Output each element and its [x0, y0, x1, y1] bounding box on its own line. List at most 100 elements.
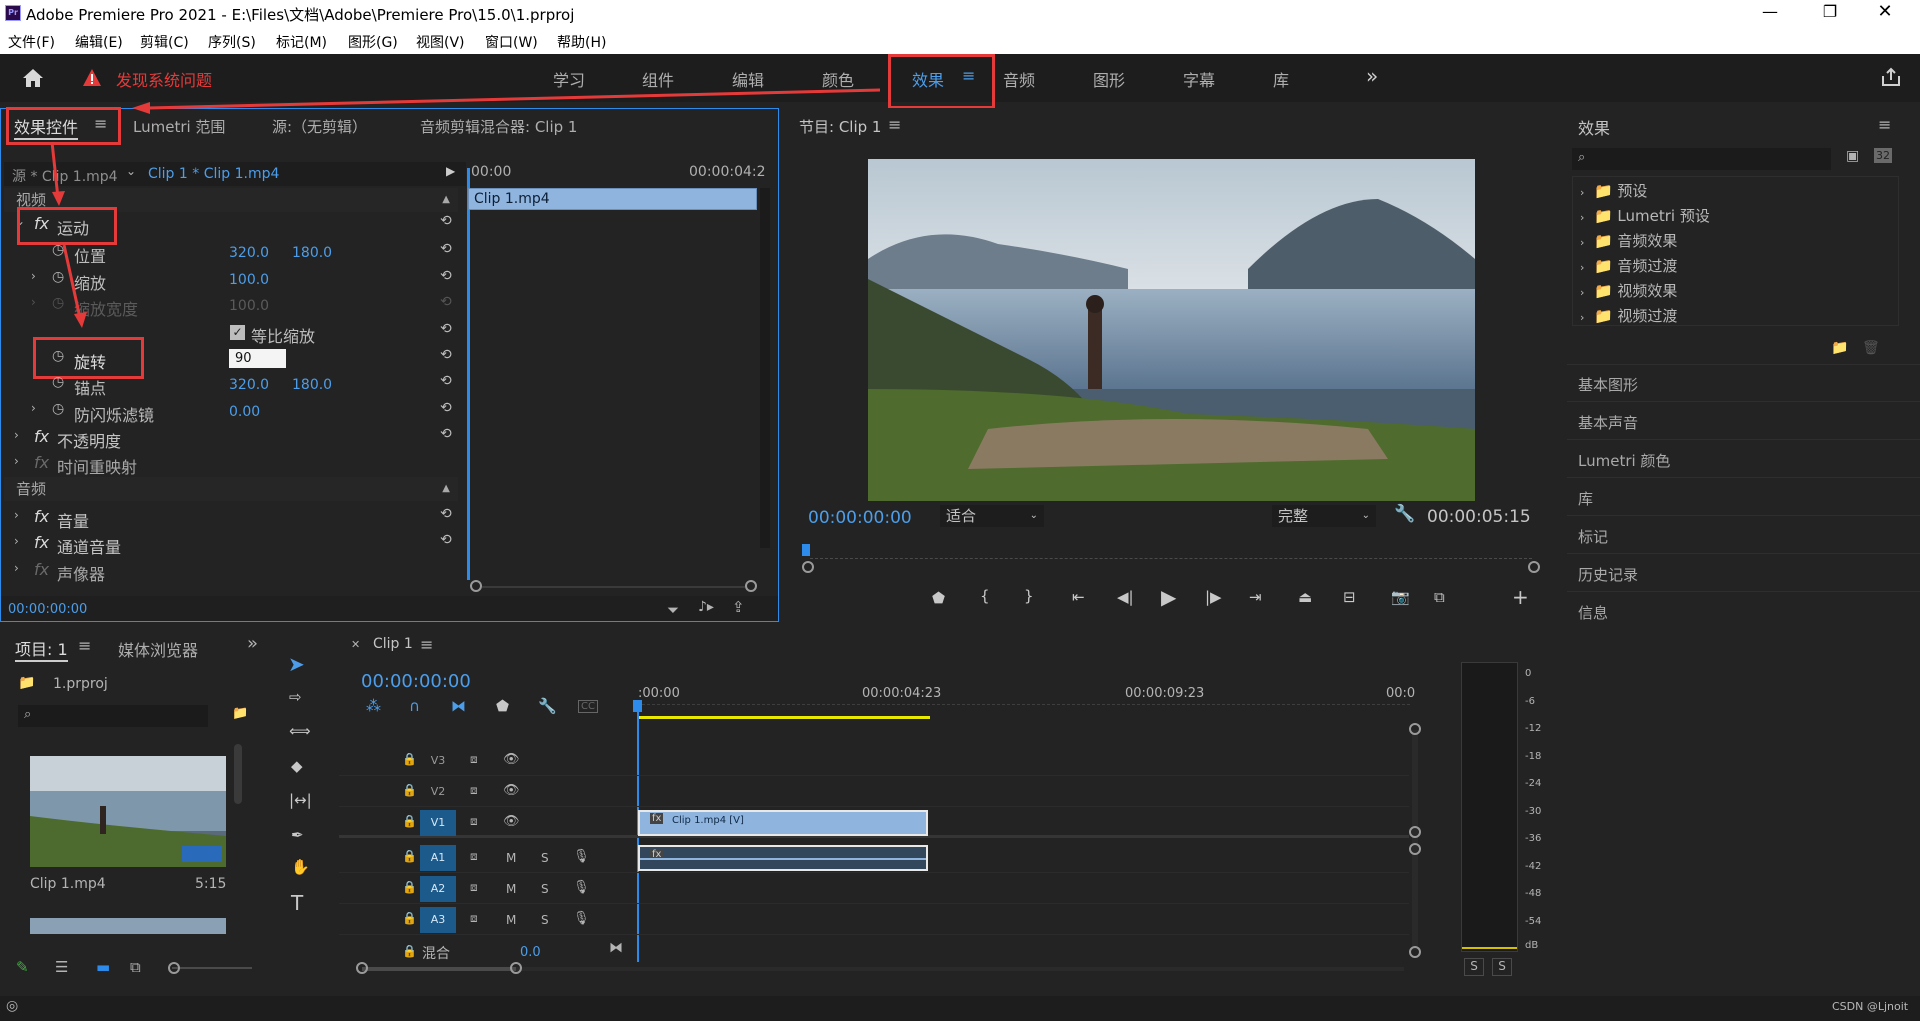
- track-a1-label[interactable]: A1: [420, 845, 456, 871]
- lock-icon[interactable]: 🔒: [402, 944, 417, 958]
- sync-lock-icon[interactable]: ⧈: [470, 849, 478, 864]
- tab-captions[interactable]: 字幕: [1183, 67, 1215, 91]
- timeline-vscroll[interactable]: [1412, 730, 1418, 950]
- tab-project[interactable]: 项目: 1: [15, 636, 68, 662]
- panel-history[interactable]: 历史记录: [1578, 564, 1638, 585]
- lock-icon[interactable]: 🔒: [402, 880, 417, 894]
- work-area-bar[interactable]: [637, 716, 930, 719]
- add-button-icon[interactable]: +: [1512, 585, 1529, 609]
- camera-icon[interactable]: 📷: [1391, 588, 1410, 606]
- type-tool-icon[interactable]: T: [291, 891, 303, 915]
- slip-tool-icon[interactable]: |↔|: [289, 791, 312, 809]
- track-v3-label[interactable]: V3: [420, 748, 456, 774]
- eye-icon[interactable]: 👁: [503, 814, 520, 829]
- track-select-tool-icon[interactable]: ⇨: [289, 688, 302, 706]
- reset-icon[interactable]: ⟲: [440, 400, 452, 416]
- lock-icon[interactable]: 🔒: [402, 783, 417, 797]
- project-scrollbar[interactable]: [234, 744, 242, 804]
- effects-folder-presets[interactable]: › 📁 预设: [1580, 180, 1647, 201]
- zoom-slider-left-handle[interactable]: [470, 580, 482, 592]
- effects-panel-title[interactable]: 效果: [1578, 115, 1610, 139]
- reset-icon[interactable]: ⟲: [440, 373, 452, 389]
- effects-folder-video-transitions[interactable]: › 📁 视频过渡: [1580, 305, 1677, 326]
- timeline-timecode[interactable]: 00:00:00:00: [361, 671, 471, 692]
- timeline-tab[interactable]: Clip 1: [373, 636, 413, 652]
- scroll-handle[interactable]: [1409, 946, 1421, 958]
- track-v2-label[interactable]: V2: [420, 779, 456, 805]
- expand-arrow-icon[interactable]: ›: [14, 454, 19, 468]
- second-clip-thumbnail[interactable]: [30, 918, 226, 934]
- mix-value[interactable]: 0.0: [520, 945, 541, 960]
- scroll-handle[interactable]: [510, 962, 522, 974]
- wrench-icon[interactable]: 🔧: [1394, 504, 1415, 524]
- rotation-input[interactable]: 90: [229, 349, 286, 368]
- delete-icon[interactable]: 🗑: [1862, 340, 1880, 356]
- microphone-icon[interactable]: 🎙: [573, 880, 590, 895]
- eye-icon[interactable]: 👁: [503, 783, 520, 798]
- lock-icon[interactable]: 🔒: [402, 849, 417, 863]
- status-icon[interactable]: ◎: [6, 998, 18, 1014]
- captions-icon[interactable]: CC: [578, 700, 598, 713]
- anchor-x-value[interactable]: 320.0: [229, 377, 269, 393]
- zoom-slider-right-handle[interactable]: [745, 580, 757, 592]
- export-icon[interactable]: ⇪: [732, 598, 745, 616]
- track-a2-label[interactable]: A2: [420, 876, 456, 902]
- selection-tool-icon[interactable]: ➤: [288, 652, 305, 676]
- play-audio-icon[interactable]: ♪▸: [698, 599, 714, 615]
- track-v1-label[interactable]: V1: [420, 810, 456, 836]
- hamburger-icon[interactable]: ≡: [888, 115, 901, 134]
- panel-lumetri-color[interactable]: Lumetri 颜色: [1578, 450, 1670, 471]
- fit-dropdown[interactable]: 适合 ⌄: [940, 505, 1044, 527]
- add-marker-icon[interactable]: ⬟: [932, 589, 945, 607]
- more-workspaces-icon[interactable]: »: [1366, 64, 1378, 88]
- solo-button[interactable]: S: [541, 882, 549, 896]
- ruler-left-handle[interactable]: [802, 561, 814, 573]
- quality-dropdown[interactable]: 完整 ⌄: [1272, 505, 1376, 527]
- lock-icon[interactable]: 🔒: [402, 752, 417, 766]
- accelerated-effects-icon[interactable]: ▣: [1846, 148, 1859, 164]
- lift-icon[interactable]: ⏏: [1298, 588, 1312, 606]
- timeline-playhead-handle[interactable]: [633, 700, 642, 712]
- mute-button[interactable]: M: [506, 913, 516, 927]
- timeline-ruler-ticks[interactable]: [637, 704, 1410, 712]
- scroll-handle[interactable]: [356, 962, 368, 974]
- fx-badge-icon[interactable]: fx: [34, 427, 49, 446]
- expand-arrow-icon[interactable]: ›: [14, 428, 19, 442]
- list-view-icon[interactable]: ☰: [55, 958, 68, 976]
- effects-folder-lumetri-presets[interactable]: › 📁 Lumetri 预设: [1580, 205, 1710, 226]
- mute-button[interactable]: M: [506, 882, 516, 896]
- reset-icon[interactable]: ⟲: [440, 532, 452, 548]
- step-back-icon[interactable]: ◀|: [1117, 588, 1134, 606]
- program-timecode[interactable]: 00:00:00:00: [808, 508, 912, 528]
- close-button[interactable]: ✕: [1870, 1, 1900, 25]
- reset-icon[interactable]: ⟲: [440, 506, 452, 522]
- reset-icon[interactable]: ⟲: [440, 347, 452, 363]
- effects-folder-audio-transitions[interactable]: › 📁 音频过渡: [1580, 255, 1677, 276]
- add-marker-icon[interactable]: ⬟: [496, 697, 509, 715]
- anchor-y-value[interactable]: 180.0: [292, 377, 332, 393]
- thumbnail-size-slider[interactable]: [172, 967, 252, 969]
- expand-arrow-icon[interactable]: ›: [31, 401, 36, 415]
- expand-arrow-icon[interactable]: ›: [14, 561, 19, 575]
- linked-selection-icon[interactable]: ⧓: [451, 697, 466, 715]
- 32bit-effects-icon[interactable]: 32: [1874, 148, 1892, 163]
- ripple-edit-tool-icon[interactable]: ⟺: [289, 722, 311, 740]
- track-a3-label[interactable]: A3: [420, 907, 456, 933]
- fx-badge-icon[interactable]: fx: [34, 507, 49, 526]
- scroll-handle[interactable]: [1409, 843, 1421, 855]
- share-icon[interactable]: [1880, 66, 1902, 88]
- mark-in-icon[interactable]: {: [980, 587, 990, 605]
- program-time-ruler[interactable]: [810, 558, 1532, 568]
- mute-button[interactable]: M: [506, 851, 516, 865]
- mix-end-icon[interactable]: ⧓: [609, 940, 623, 956]
- pencil-icon[interactable]: ✎: [16, 958, 29, 976]
- tab-graphics[interactable]: 图形: [1093, 67, 1125, 91]
- restore-button[interactable]: ❐: [1815, 2, 1845, 26]
- mark-out-icon[interactable]: }: [1024, 587, 1034, 605]
- sync-lock-icon[interactable]: ⧈: [470, 814, 478, 829]
- nest-icon[interactable]: ⁂: [366, 697, 381, 715]
- new-bin-icon[interactable]: 📁: [232, 706, 248, 721]
- opacity-label[interactable]: 不透明度: [57, 428, 121, 452]
- scroll-handle[interactable]: [1409, 826, 1421, 838]
- sync-lock-icon[interactable]: ⧈: [470, 911, 478, 926]
